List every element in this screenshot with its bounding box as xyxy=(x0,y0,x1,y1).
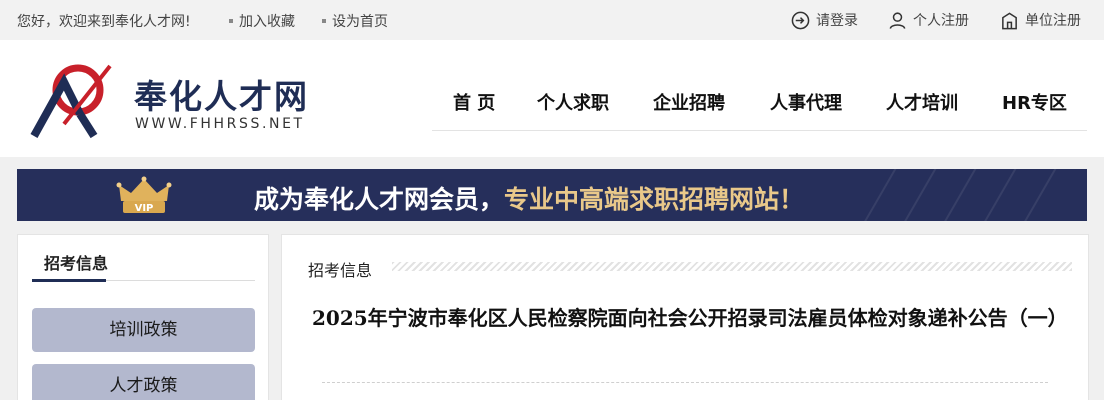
top-bar: 您好，欢迎来到奉化人才网! 加入收藏 设为首页 请登录 个人注册 单位注册 xyxy=(0,0,1104,40)
bookmark-label: 加入收藏 xyxy=(239,14,295,30)
vip-badge-text: VIP xyxy=(135,203,154,214)
banner-text-highlight: 专业中高端求职招聘网站！ xyxy=(504,185,805,214)
set-homepage-label: 设为首页 xyxy=(332,14,388,30)
banner-stripe xyxy=(857,169,899,221)
welcome-text: 您好，欢迎来到奉化人才网! xyxy=(17,14,191,30)
sidebar-divider xyxy=(32,279,255,282)
company-register-link[interactable]: 单位注册 xyxy=(1000,10,1081,30)
sidebar-title: 招考信息 xyxy=(44,254,109,273)
sidebar-item-training-policy[interactable]: 培训政策 xyxy=(32,308,255,352)
company-register-label: 单位注册 xyxy=(1025,13,1081,29)
main-content: 招考信息 2025年宁波市奉化区人民检察院面向社会公开招录司法雇员体检对象递补公… xyxy=(281,234,1089,400)
section-title-hatch xyxy=(392,262,1072,271)
sidebar-item-talent-policy[interactable]: 人才政策 xyxy=(32,364,255,400)
nav-home[interactable]: 首 页 xyxy=(453,89,495,115)
banner-stripe xyxy=(897,169,939,221)
article-title: 2025年宁波市奉化区人民检察院面向社会公开招录司法雇员体检对象递补公告（一） xyxy=(312,306,1068,330)
login-link[interactable]: 请登录 xyxy=(791,10,858,30)
building-icon xyxy=(1002,11,1017,29)
nav-hr-zone[interactable]: HR专区 xyxy=(1002,89,1067,115)
bullet-icon xyxy=(322,19,326,23)
banner-stripe xyxy=(977,169,1019,221)
sidebar: 招考信息 培训政策 人才政策 xyxy=(17,234,269,400)
nav-training[interactable]: 人才培训 xyxy=(886,89,958,115)
banner-text-main: 成为奉化人才网会员， xyxy=(254,185,505,214)
banner-stripe xyxy=(1017,169,1059,221)
article-divider xyxy=(322,382,1048,383)
nav-personnel-agency[interactable]: 人事代理 xyxy=(770,89,842,115)
personal-register-link[interactable]: 个人注册 xyxy=(888,10,969,30)
vip-crown-icon: VIP xyxy=(116,176,172,214)
login-icon xyxy=(791,11,810,29)
nav-recruitment[interactable]: 企业招聘 xyxy=(653,89,725,115)
user-icon xyxy=(889,11,906,29)
site-url: WWW.FHHRSS.NET xyxy=(135,116,305,132)
nav-job-seeking[interactable]: 个人求职 xyxy=(537,89,609,115)
logo-mark-icon xyxy=(30,64,112,139)
main-nav: 首 页 个人求职 企业招聘 人事代理 人才培训 HR专区 xyxy=(432,40,1087,131)
set-homepage-link[interactable]: 设为首页 xyxy=(322,11,388,31)
bullet-icon xyxy=(229,19,233,23)
site-logo[interactable]: 奉化人才网 WWW.FHHRSS.NET xyxy=(30,62,320,142)
login-label: 请登录 xyxy=(816,13,858,29)
bookmark-link[interactable]: 加入收藏 xyxy=(229,11,295,31)
section-title: 招考信息 xyxy=(308,257,383,281)
personal-register-label: 个人注册 xyxy=(913,13,969,29)
banner-stripe xyxy=(937,169,979,221)
site-name: 奉化人才网 xyxy=(134,77,309,116)
sidebar-title-underline xyxy=(32,279,106,282)
vip-banner[interactable]: VIP 成为奉化人才网会员，专业中高端求职招聘网站！ xyxy=(17,169,1087,221)
banner-text: 成为奉化人才网会员，专业中高端求职招聘网站！ xyxy=(254,180,804,216)
site-header: 奉化人才网 WWW.FHHRSS.NET 首 页 个人求职 企业招聘 人事代理 … xyxy=(0,40,1104,157)
